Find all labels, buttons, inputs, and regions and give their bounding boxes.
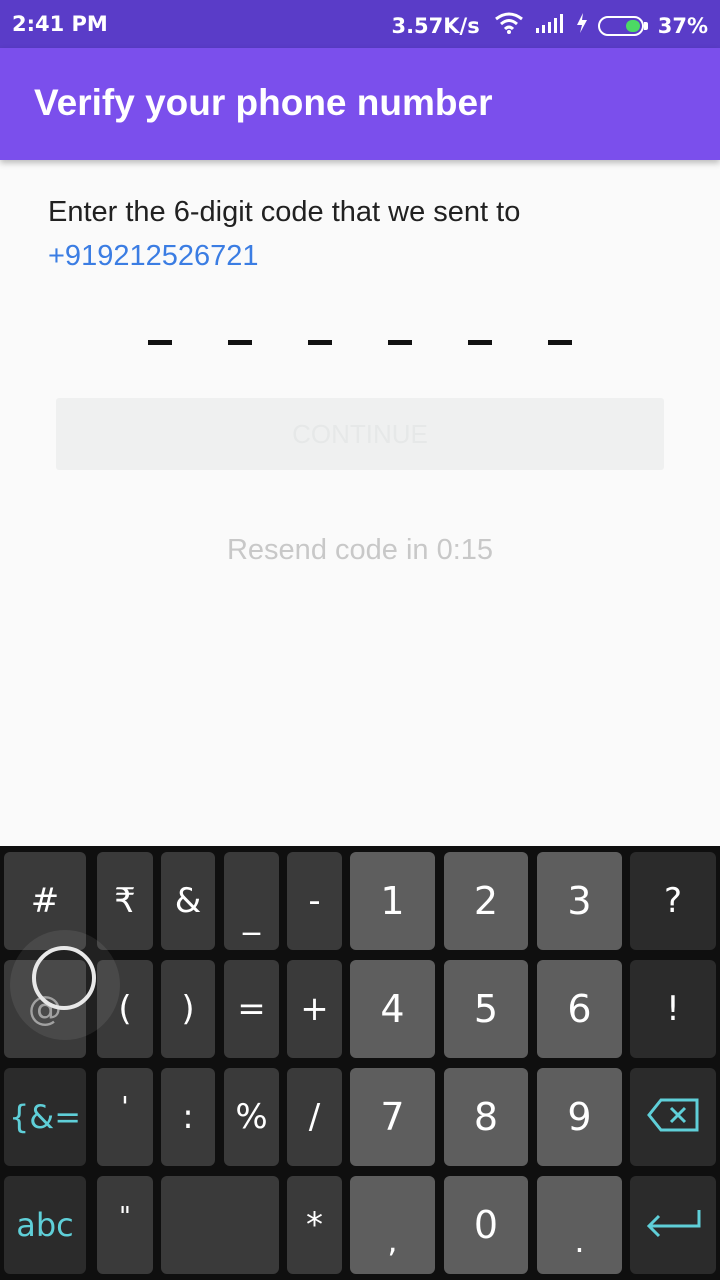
key-percent[interactable]: % — [224, 1068, 279, 1166]
key-slash[interactable]: / — [287, 1068, 342, 1166]
battery-icon — [597, 15, 648, 36]
key-4[interactable]: 4 — [350, 960, 435, 1058]
key-underscore[interactable]: _ — [224, 852, 279, 950]
key-period[interactable]: . — [537, 1176, 622, 1274]
page-title: Verify your phone number — [34, 82, 493, 123]
code-slot-5[interactable] — [468, 340, 492, 345]
backspace-icon — [647, 1098, 699, 1136]
key-rupee[interactable]: ₹ — [97, 852, 153, 950]
key-6[interactable]: 6 — [537, 960, 622, 1058]
key-abc[interactable]: abc — [4, 1176, 86, 1274]
status-time: 2:41 PM — [12, 12, 108, 36]
continue-button[interactable]: CONTINUE — [56, 398, 664, 470]
key-1[interactable]: 1 — [350, 852, 435, 950]
code-input[interactable] — [148, 340, 572, 360]
code-slot-2[interactable] — [228, 340, 252, 345]
key-plus[interactable]: + — [287, 960, 342, 1058]
charging-icon — [576, 12, 588, 39]
key-exclamation[interactable]: ! — [630, 960, 716, 1058]
code-slot-1[interactable] — [148, 340, 172, 345]
key-close-paren[interactable]: ) — [161, 960, 215, 1058]
key-double-quote[interactable]: " — [97, 1176, 153, 1274]
code-slot-6[interactable] — [548, 340, 572, 345]
key-8[interactable]: 8 — [444, 1068, 528, 1166]
resend-timer: Resend code in 0:15 — [226, 534, 494, 566]
code-slot-4[interactable] — [388, 340, 412, 345]
battery-percent: 37% — [657, 13, 708, 38]
touch-indicator — [10, 930, 120, 1040]
key-symbols-more[interactable]: {&= — [4, 1068, 86, 1166]
phone-number: +919212526721 — [48, 240, 259, 272]
app-bar: Verify your phone number — [0, 48, 720, 160]
enter-icon — [643, 1206, 703, 1244]
space-key[interactable] — [161, 1176, 279, 1274]
status-bar: 2:41 PM 3.57K/s 37% — [0, 0, 720, 48]
key-colon[interactable]: : — [161, 1068, 215, 1166]
backspace-key[interactable] — [630, 1068, 716, 1166]
instruction-text: Enter the 6-digit code that we sent to — [48, 196, 521, 228]
key-equals[interactable]: = — [224, 960, 279, 1058]
key-0[interactable]: 0 — [444, 1176, 528, 1274]
key-5[interactable]: 5 — [444, 960, 528, 1058]
signal-icon — [534, 12, 566, 39]
key-question[interactable]: ? — [630, 852, 716, 950]
key-7[interactable]: 7 — [350, 1068, 435, 1166]
key-asterisk[interactable]: * — [287, 1176, 342, 1274]
network-speed: 3.57K/s — [391, 13, 480, 38]
key-2[interactable]: 2 — [444, 852, 528, 950]
enter-key[interactable] — [630, 1176, 716, 1274]
code-slot-3[interactable] — [308, 340, 332, 345]
key-9[interactable]: 9 — [537, 1068, 622, 1166]
key-apostrophe[interactable]: ' — [97, 1068, 153, 1166]
wifi-icon — [494, 12, 524, 39]
key-hyphen[interactable]: - — [287, 852, 342, 950]
key-3[interactable]: 3 — [537, 852, 622, 950]
key-ampersand[interactable]: & — [161, 852, 215, 950]
key-comma[interactable]: , — [350, 1176, 435, 1274]
